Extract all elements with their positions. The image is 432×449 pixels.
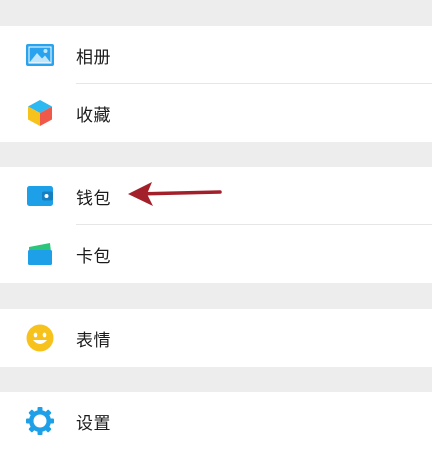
settings-label: 设置	[76, 413, 111, 434]
wallet-label: 钱包	[76, 188, 111, 209]
cube-icon	[24, 97, 56, 129]
album-label: 相册	[76, 47, 111, 68]
menu-group-stickers: 表情	[0, 309, 432, 367]
me-page-menu: 相册 收藏 钱包 卡包 表情 设置	[0, 0, 432, 449]
favorites-label: 收藏	[76, 105, 111, 126]
menu-item-album[interactable]: 相册	[0, 26, 432, 84]
menu-item-stickers[interactable]: 表情	[0, 309, 432, 367]
cards-label: 卡包	[76, 246, 111, 267]
menu-item-cards[interactable]: 卡包	[0, 225, 432, 283]
album-icon	[24, 39, 56, 71]
wallet-icon	[24, 180, 56, 212]
smiley-icon	[24, 322, 56, 354]
menu-group-media: 相册 收藏	[0, 26, 432, 142]
card-icon	[24, 238, 56, 270]
menu-item-favorites[interactable]: 收藏	[0, 84, 432, 142]
gear-icon	[24, 405, 56, 437]
annotation-arrow-icon	[128, 182, 222, 206]
menu-item-settings[interactable]: 设置	[0, 392, 432, 449]
stickers-label: 表情	[76, 330, 111, 351]
menu-group-settings: 设置	[0, 392, 432, 449]
